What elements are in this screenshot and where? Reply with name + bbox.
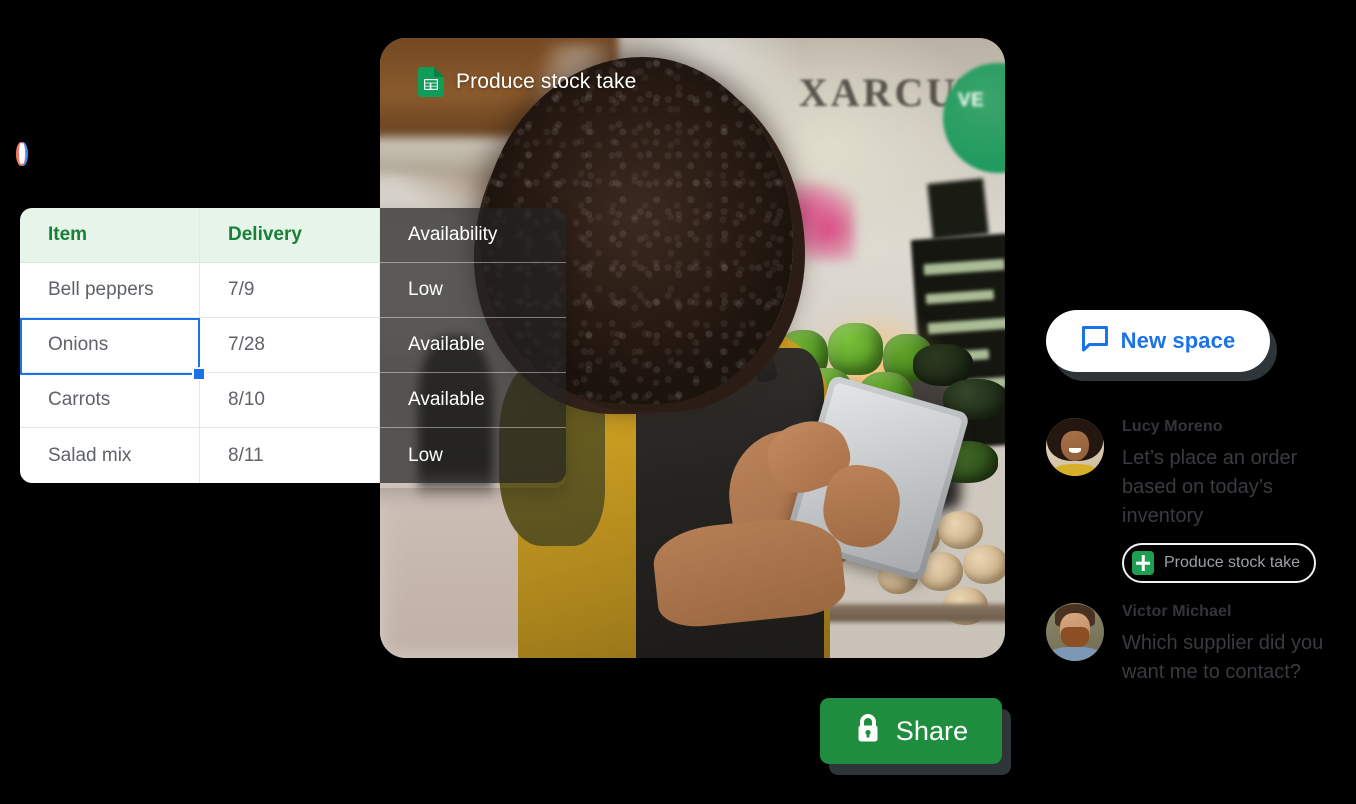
chat-bubble-icon <box>1081 325 1109 357</box>
spreadsheet-table[interactable]: Item Delivery Availability Bell peppers … <box>20 208 566 488</box>
collaborator-avatars <box>16 142 28 166</box>
attachment-label: Produce stock take <box>1164 554 1301 571</box>
chat-message-text: Let’s place an order based on today’s in… <box>1122 447 1298 527</box>
share-label: Share <box>895 715 969 746</box>
chat-message: Victor Michael Which supplier did you wa… <box>1046 603 1334 687</box>
cell-delivery-0[interactable]: 7/9 <box>200 263 380 318</box>
attachment-chip[interactable]: Produce stock take <box>1122 543 1317 583</box>
cell-delivery-2[interactable]: 8/10 <box>200 373 380 428</box>
document-title-bar: Produce stock take <box>418 67 636 97</box>
cell-availability-1[interactable]: Available <box>380 318 566 373</box>
chat-message-text: Which supplier did you want me to contac… <box>1122 632 1324 683</box>
document-title: Produce stock take <box>456 70 637 93</box>
cell-item-2[interactable]: Carrots <box>20 373 200 428</box>
avatar[interactable] <box>1046 418 1104 476</box>
cell-delivery-3[interactable]: 8/11 <box>200 428 380 483</box>
fill-handle[interactable] <box>192 367 206 381</box>
column-header-delivery[interactable]: Delivery <box>200 208 380 263</box>
avatar <box>19 143 23 164</box>
cell-item-0[interactable]: Bell peppers <box>20 263 200 318</box>
google-sheets-icon <box>1132 551 1154 575</box>
avatar[interactable] <box>1046 603 1104 661</box>
new-space-label: New space <box>1120 328 1236 353</box>
chat-author-name: Lucy Moreno <box>1122 418 1223 435</box>
cell-delivery-1[interactable]: 7/28 <box>200 318 380 373</box>
cell-item-3[interactable]: Salad mix <box>20 428 200 483</box>
lock-icon <box>854 713 882 750</box>
google-sheets-icon <box>418 67 444 97</box>
cell-availability-0[interactable]: Low <box>380 263 566 318</box>
chat-message-body: Victor Michael Which supplier did you wa… <box>1122 603 1334 687</box>
cell-availability-3[interactable]: Low <box>380 428 566 483</box>
cell-availability-2[interactable]: Available <box>380 373 566 428</box>
new-space-button[interactable]: New space <box>1046 310 1270 372</box>
share-button[interactable]: Share <box>820 698 1002 764</box>
cell-item-1[interactable]: Onions <box>20 318 200 373</box>
column-header-availability[interactable]: Availability <box>380 208 566 263</box>
chat-message-body: Lucy Moreno Let’s place an order based o… <box>1122 418 1334 583</box>
chat-author-name: Victor Michael <box>1122 603 1232 620</box>
chat-message: Lucy Moreno Let’s place an order based o… <box>1046 418 1334 583</box>
column-header-item[interactable]: Item <box>20 208 200 263</box>
